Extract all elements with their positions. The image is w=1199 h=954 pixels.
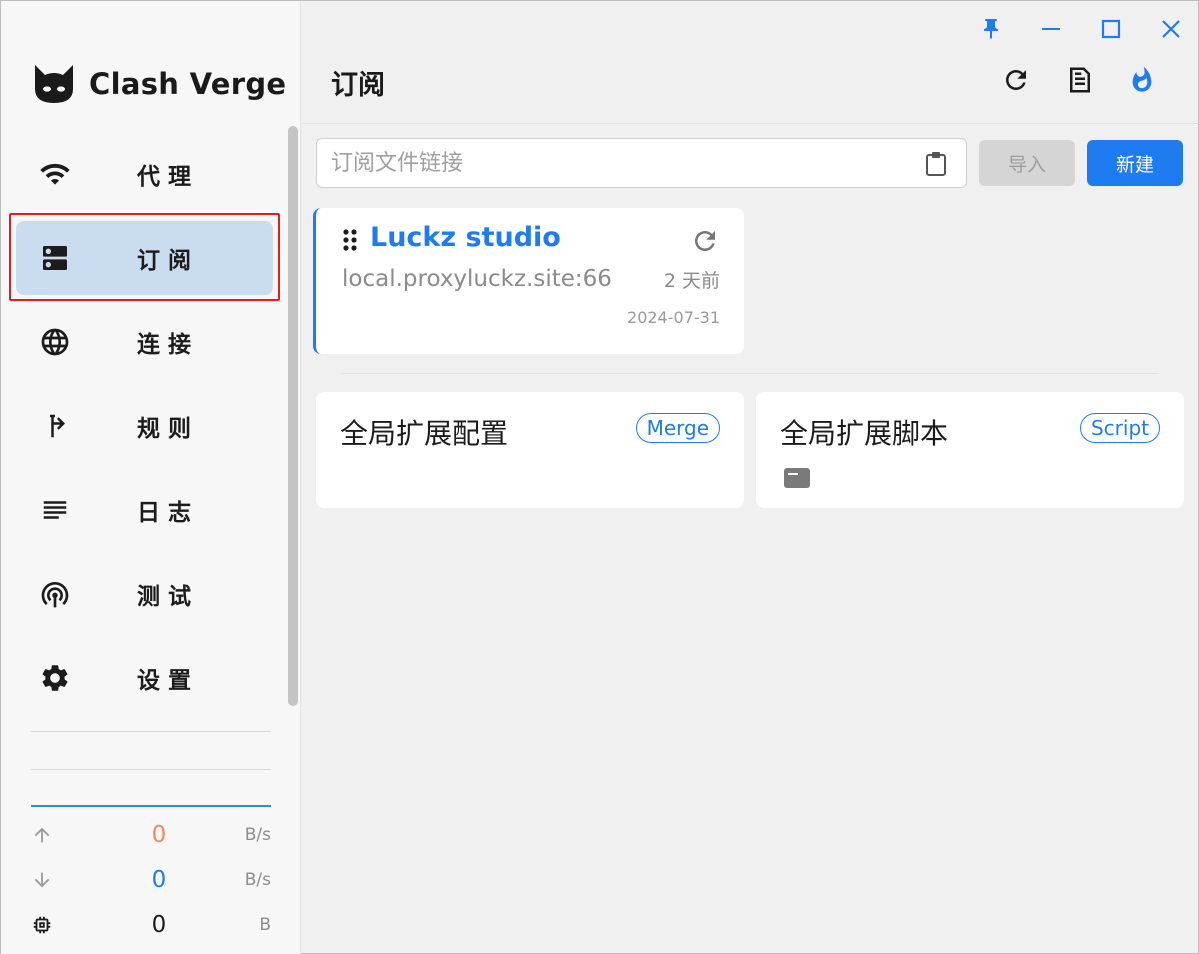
subscription-url-input[interactable] <box>331 139 911 187</box>
view-config-button[interactable] <box>1063 63 1097 97</box>
global-script-card[interactable]: 全局扩展脚本 Script <box>756 392 1184 508</box>
sidebar-item-proxy[interactable]: 代理 <box>16 137 273 211</box>
radar-icon <box>38 577 72 611</box>
profile-card[interactable]: Luckz studio local.proxyluckz.site:66 2 … <box>313 208 744 354</box>
refresh-icon[interactable] <box>690 226 720 256</box>
drag-handle-icon[interactable] <box>342 228 358 252</box>
hot-reload-button[interactable] <box>1125 63 1159 97</box>
pin-icon <box>984 19 998 39</box>
list-icon <box>38 493 72 527</box>
ext-title: 全局扩展脚本 <box>780 417 949 450</box>
cat-logo-icon <box>35 65 73 103</box>
script-badge: Script <box>1079 413 1160 443</box>
profile-host: local.proxyluckz.site:66 <box>342 266 612 292</box>
divider <box>31 731 271 732</box>
sidebar-item-logs[interactable]: 日志 <box>16 473 273 547</box>
subscription-url-field[interactable] <box>316 138 967 188</box>
arrow-up-icon <box>31 824 55 846</box>
divider <box>31 769 271 770</box>
maximize-button[interactable] <box>1097 15 1125 43</box>
sidebar-item-label: 日志 <box>137 500 199 526</box>
section-divider <box>341 373 1159 374</box>
refresh-icon <box>1006 70 1026 90</box>
upload-unit: B/s <box>244 825 271 845</box>
sidebar-item-connections[interactable]: 连接 <box>16 305 273 379</box>
arrow-down-icon <box>31 869 55 891</box>
ext-title: 全局扩展配置 <box>340 417 509 450</box>
close-icon <box>1162 20 1180 38</box>
merge-badge: Merge <box>635 413 720 443</box>
import-button[interactable]: 导入 <box>979 140 1075 186</box>
sidebar-item-profiles[interactable]: 订阅 <box>16 221 273 295</box>
memory-value: 0 <box>151 912 167 938</box>
download-speed: 0 B/s <box>31 865 271 895</box>
file-icon <box>784 468 810 488</box>
minimize-icon <box>1042 28 1060 30</box>
main-content: 订阅 导入 新建 Luckz studio <box>301 1 1199 954</box>
memory-unit: B <box>259 915 271 935</box>
globe-icon <box>38 325 72 359</box>
sidebar-item-label: 连接 <box>137 332 199 358</box>
app-logo: Clash Verge <box>31 61 286 107</box>
sidebar-item-label: 代理 <box>137 164 199 190</box>
sidebar-item-settings[interactable]: 设置 <box>16 641 273 715</box>
fork-icon <box>38 409 72 443</box>
fire-icon <box>1132 66 1152 92</box>
document-icon <box>1070 67 1090 93</box>
download-unit: B/s <box>244 870 271 890</box>
upload-speed: 0 B/s <box>31 820 271 850</box>
sidebar-item-label: 设置 <box>137 668 199 694</box>
sidebar-scrollbar[interactable] <box>288 126 298 706</box>
sidebar-item-label: 测试 <box>137 584 199 610</box>
profile-updated-ago: 2 天前 <box>663 270 720 292</box>
refresh-all-button[interactable] <box>999 63 1033 97</box>
wifi-icon <box>38 157 72 191</box>
global-merge-card[interactable]: 全局扩展配置 Merge <box>316 392 744 508</box>
sidebar-item-label: 规则 <box>137 416 199 442</box>
header-divider <box>301 123 1199 124</box>
maximize-icon <box>1101 19 1121 39</box>
traffic-graph-line <box>31 805 271 807</box>
upload-value: 0 <box>151 822 167 848</box>
new-button[interactable]: 新建 <box>1087 140 1183 186</box>
memory-usage: 0 B <box>31 910 271 940</box>
chip-icon <box>31 914 55 936</box>
download-value: 0 <box>151 867 167 893</box>
app-name: Clash Verge <box>89 67 287 101</box>
sidebar: Clash Verge 代理 订阅 连接 规则 日志 测试 设置 0 B/s 0… <box>1 1 301 954</box>
sidebar-item-rules[interactable]: 规则 <box>16 389 273 463</box>
app-window: Clash Verge 代理 订阅 连接 规则 日志 测试 设置 0 B/s 0… <box>0 0 1199 954</box>
profile-name: Luckz studio <box>370 222 561 253</box>
page-title: 订阅 <box>331 70 385 101</box>
pin-button[interactable] <box>977 15 1005 43</box>
dns-icon <box>38 241 72 275</box>
close-button[interactable] <box>1157 15 1185 43</box>
sidebar-item-label: 订阅 <box>137 248 199 274</box>
profile-date: 2024-07-31 <box>627 308 720 327</box>
minimize-button[interactable] <box>1037 15 1065 43</box>
clipboard-icon[interactable] <box>924 151 948 177</box>
sidebar-item-test[interactable]: 测试 <box>16 557 273 631</box>
gear-icon <box>38 661 72 695</box>
